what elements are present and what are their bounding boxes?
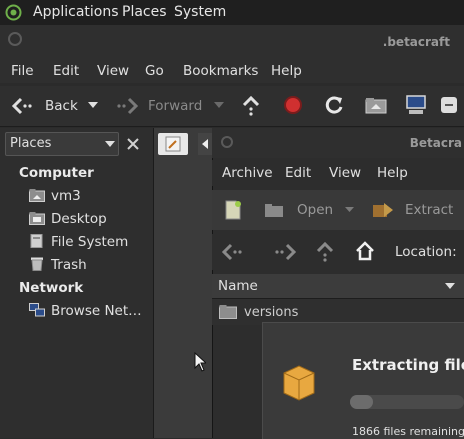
- file-manager-menubar: File Edit View Go Bookmarks Help: [0, 57, 464, 83]
- forward-arrow-icon[interactable]: [116, 97, 138, 115]
- list-item-name: versions: [244, 305, 299, 320]
- trash-icon: [31, 257, 43, 271]
- up-arrow-icon[interactable]: [316, 241, 334, 263]
- drive-icon: [30, 234, 43, 248]
- archive-manager-titlebar[interactable]: Betacra: [212, 128, 464, 158]
- menu-bookmarks[interactable]: Bookmarks: [183, 63, 258, 79]
- forward-arrow-icon[interactable]: [274, 243, 296, 261]
- pencil-icon: [165, 136, 181, 152]
- sidebar-item-trash[interactable]: Trash: [29, 257, 87, 273]
- extract-icon[interactable]: [372, 201, 394, 219]
- up-arrow-icon[interactable]: [242, 95, 260, 117]
- menu-help[interactable]: Help: [271, 63, 302, 79]
- file-manager-toolbar: Back Forward: [0, 86, 464, 127]
- location-label: Location:: [395, 244, 457, 260]
- extract-progress-fill: [350, 395, 373, 409]
- computer-icon[interactable]: [405, 95, 427, 115]
- sidebar-item-label: Trash: [51, 257, 87, 273]
- network-icon: [29, 303, 45, 317]
- archive-manager-menubar: Archive Edit View Help: [212, 160, 464, 186]
- file-manager-titlebar[interactable]: .betacraft: [0, 25, 464, 57]
- places-menu[interactable]: Places: [122, 4, 167, 20]
- back-history-dropdown-icon[interactable]: [88, 102, 98, 109]
- sidebar-item-label: File System: [51, 234, 129, 250]
- menu-help[interactable]: Help: [377, 165, 408, 181]
- new-archive-icon[interactable]: [224, 200, 242, 220]
- menu-view[interactable]: View: [97, 63, 129, 79]
- folder-icon: [219, 305, 237, 319]
- distro-logo-icon[interactable]: [5, 4, 22, 21]
- top-panel: Applications Places System: [0, 0, 464, 25]
- extract-progress-dialog: [262, 322, 464, 439]
- close-icon: [127, 138, 139, 150]
- desktop-folder-icon: [29, 212, 45, 225]
- close-sidebar-button[interactable]: [123, 134, 143, 154]
- home-folder-icon: [29, 189, 45, 202]
- sidebar-item-label: Browse Net…: [51, 303, 142, 319]
- files-remaining-text: 1866 files remaining: [352, 425, 464, 438]
- system-menu[interactable]: System: [174, 4, 226, 20]
- archive-manager-location-bar: Location:: [212, 234, 464, 270]
- column-header-name[interactable]: Name: [212, 274, 464, 299]
- extract-button[interactable]: Extract: [405, 202, 453, 218]
- window-menu-icon[interactable]: [220, 135, 234, 149]
- window-menu-icon[interactable]: [7, 31, 23, 47]
- home-folder-icon[interactable]: [365, 96, 387, 114]
- applications-menu[interactable]: Applications: [33, 4, 119, 20]
- overflow-icon[interactable]: [440, 96, 458, 114]
- sidebar-item-browse-network[interactable]: Browse Net…: [29, 303, 142, 319]
- sidebar-item-label: vm3: [51, 188, 81, 204]
- forward-history-dropdown-icon[interactable]: [214, 102, 224, 109]
- chevron-left-icon: [202, 139, 208, 149]
- places-selector[interactable]: Places: [5, 132, 119, 156]
- edit-location-toggle[interactable]: [158, 133, 188, 155]
- stop-icon[interactable]: [283, 95, 303, 115]
- archive-box-icon: [283, 365, 315, 401]
- archive-manager-toolbar: Open Extract: [212, 190, 464, 230]
- back-arrow-icon[interactable]: [222, 243, 244, 261]
- back-arrow-icon[interactable]: [12, 97, 34, 115]
- sidebar-section-network: Network: [19, 280, 84, 296]
- menu-go[interactable]: Go: [145, 63, 164, 79]
- path-scroll-left[interactable]: [198, 133, 212, 155]
- archive-manager-window-title: Betacra: [409, 136, 462, 150]
- mouse-pointer-icon: [194, 352, 206, 372]
- reload-icon[interactable]: [324, 95, 344, 115]
- sidebar-section-computer: Computer: [19, 165, 94, 181]
- back-button[interactable]: Back: [45, 98, 78, 114]
- home-icon[interactable]: [355, 241, 375, 261]
- sort-descending-icon: [445, 283, 455, 289]
- menu-view[interactable]: View: [329, 165, 361, 181]
- menu-edit[interactable]: Edit: [53, 63, 79, 79]
- sidebar-item-desktop[interactable]: Desktop: [29, 211, 107, 227]
- chevron-down-icon: [105, 141, 115, 147]
- menu-edit[interactable]: Edit: [285, 165, 311, 181]
- open-dropdown-icon[interactable]: [345, 207, 354, 213]
- file-manager-window-title: .betacraft: [382, 35, 450, 49]
- places-selector-label: Places: [10, 136, 52, 151]
- menu-archive[interactable]: Archive: [222, 165, 273, 181]
- column-header-label: Name: [218, 278, 258, 294]
- open-archive-icon[interactable]: [264, 202, 284, 218]
- open-button[interactable]: Open: [297, 202, 333, 218]
- sidebar-item-label: Desktop: [51, 211, 107, 227]
- forward-button[interactable]: Forward: [148, 98, 202, 114]
- menu-file[interactable]: File: [11, 63, 34, 79]
- dialog-title: Extracting files: [352, 356, 464, 374]
- sidebar-item-file-system[interactable]: File System: [29, 234, 128, 250]
- sidebar-item-vm3[interactable]: vm3: [29, 188, 81, 204]
